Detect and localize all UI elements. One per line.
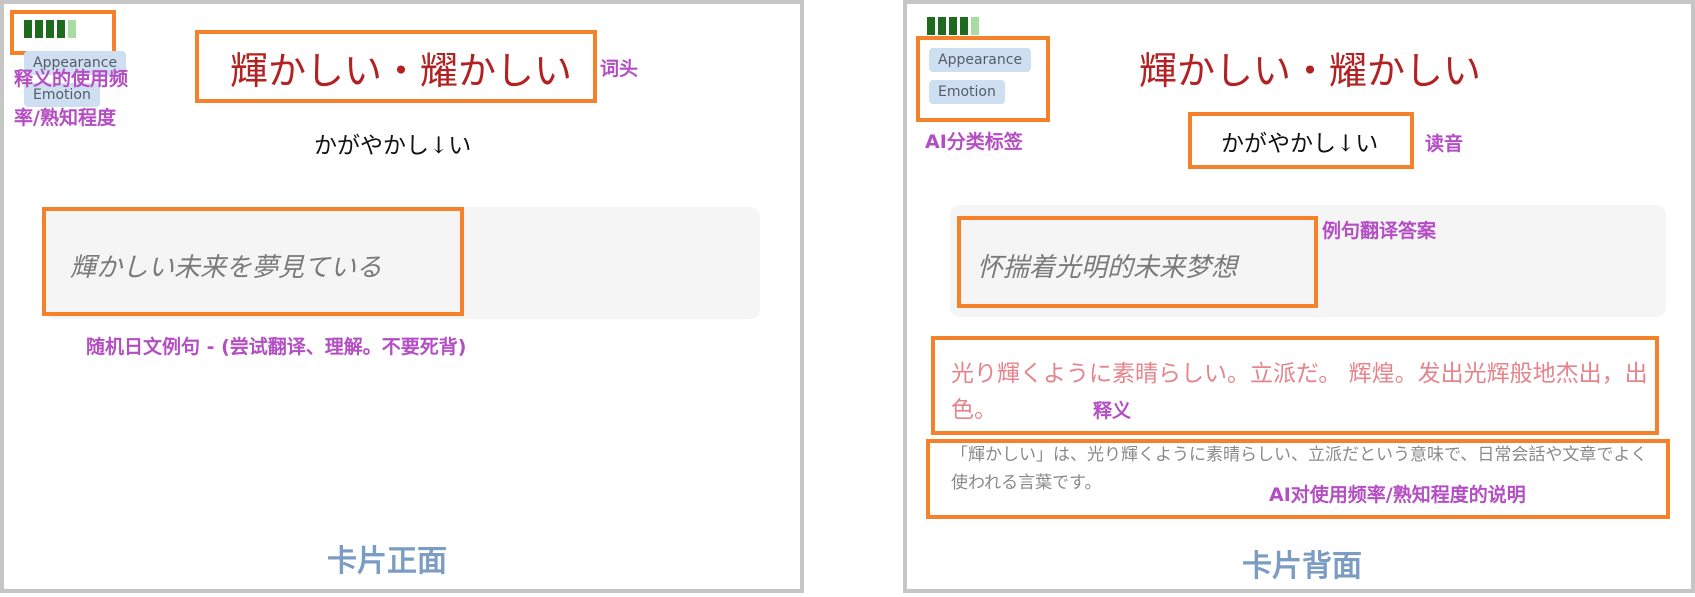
annotation-frequency-note: AI对使用频率/熟知程度的说明 [1269, 484, 1526, 506]
annotation-tags: AI分类标签 [925, 131, 1023, 153]
card-front-panel: Appearance Emotion 释义的使用频 率/熟知程度 輝かしい・耀か… [0, 0, 804, 593]
headword: 輝かしい・耀かしい [230, 49, 573, 93]
definition: 光り輝くように素晴らしい。立派だ。 辉煌。发出光辉般地杰出，出色。 [951, 361, 1648, 423]
reading: かがやかし↓い [1221, 131, 1379, 157]
card-back-panel: Appearance Emotion AI分类标签 輝かしい・耀かしい かがやか… [903, 0, 1695, 593]
example-sentence: 輝かしい未来を夢見ている [70, 253, 383, 283]
annotation-frequency-line2: 率/熟知程度 [14, 107, 116, 129]
card-back-label: 卡片背面 [1242, 549, 1362, 584]
reading: かがやかし↓い [314, 133, 472, 159]
annotation-frequency-line1: 释义的使用频 [14, 68, 129, 90]
headword: 輝かしい・耀かしい [1139, 49, 1482, 93]
frequency-bar [927, 17, 935, 35]
frequency-bar [949, 17, 957, 35]
frequency-highlight-box [10, 10, 116, 55]
frequency-bar [960, 17, 968, 35]
frequency-meter [927, 17, 979, 35]
annotation-definition: 释义 [1093, 400, 1132, 422]
annotation-translation: 例句翻译答案 [1322, 220, 1437, 242]
tag-emotion[interactable]: Emotion [929, 80, 1005, 104]
frequency-bar [938, 17, 946, 35]
card-front-label: 卡片正面 [327, 544, 447, 579]
annotation-sentence: 随机日文例句 - (尝试翻译、理解。不要死背) [86, 336, 467, 358]
tag-appearance[interactable]: Appearance [929, 48, 1032, 72]
annotation-reading: 读音 [1425, 133, 1464, 155]
annotation-headword: 词头 [600, 58, 639, 80]
translation: 怀揣着光明的未来梦想 [977, 253, 1238, 283]
frequency-bar-empty [971, 17, 979, 35]
